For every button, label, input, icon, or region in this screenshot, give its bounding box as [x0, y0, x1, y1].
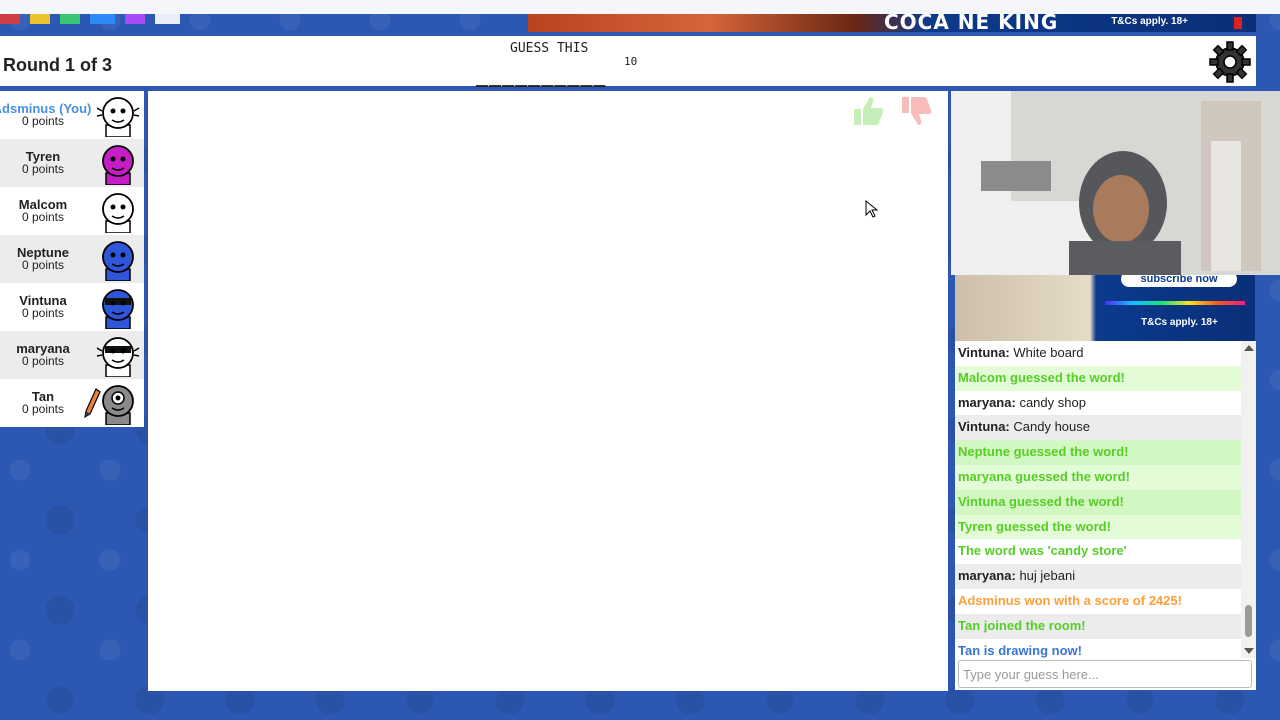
pencil-icon: [82, 387, 102, 419]
player-points: 0 points: [21, 306, 65, 320]
ad-terms: T&Cs apply. 18+: [1111, 16, 1188, 27]
player-row[interactable]: maryana 0 points: [0, 331, 144, 379]
mouse-cursor-icon: [865, 199, 879, 218]
chat-message: Tyren guessed the word!: [955, 514, 1241, 540]
guess-this-label: GUESS THIS: [510, 41, 589, 56]
player-points: 0 points: [21, 402, 65, 416]
subscribe-now-button[interactable]: subscribe now: [1121, 275, 1237, 287]
chat-message: Malcom guessed the word!: [955, 365, 1241, 391]
chat-message: The word was 'candy store': [955, 539, 1241, 564]
game-logo: [0, 14, 250, 24]
scrollbar-thumb[interactable]: [1245, 605, 1252, 637]
chat-ad-banner[interactable]: subscribe now T&Cs apply. 18+: [955, 275, 1255, 341]
chat-text: candy shop: [1019, 394, 1086, 410]
blue-masked-avatar: [96, 285, 140, 330]
top-ad-banner[interactable]: COCA NE KING T&Cs apply. 18+: [528, 14, 1256, 32]
chat-text: Neptune guessed the word!: [958, 444, 1129, 460]
streamer-webcam: [951, 91, 1280, 275]
round-indicator: Round 1 of 3: [3, 55, 112, 75]
chat-author: Vintuna:: [958, 345, 1010, 360]
chat-author: Vintuna:: [958, 419, 1010, 435]
gray-cyclops-avatar: [96, 381, 140, 426]
blue-face-avatar: [96, 237, 140, 282]
chat-text: Vintuna guessed the word!: [958, 493, 1124, 509]
guess-input[interactable]: [958, 660, 1252, 688]
chat-message: Neptune guessed the word!: [955, 440, 1241, 465]
chat-text: The word was 'candy store': [958, 543, 1127, 559]
chat-author: maryana:: [958, 568, 1016, 584]
word-blanks: __________: [476, 63, 607, 87]
player-points: 0 points: [21, 162, 65, 176]
player-row[interactable]: Malcom 0 points: [0, 187, 144, 235]
ad-close-icon[interactable]: [1234, 17, 1242, 29]
word-length: 10: [624, 55, 638, 68]
chat-text: White board: [1013, 345, 1084, 360]
player-points: 0 points: [21, 114, 65, 128]
chat-text: Tyren guessed the word!: [958, 518, 1111, 534]
player-row[interactable]: Tan 0 points: [0, 379, 144, 427]
ad-rainbow-bar: [1105, 301, 1245, 305]
chat-message: maryana: huj jebani: [955, 564, 1241, 589]
purple-face-avatar: [96, 141, 140, 186]
chat-text: maryana guessed the word!: [958, 468, 1130, 484]
chat-log[interactable]: Vintuna: White board Malcom guessed the w…: [955, 341, 1256, 658]
player-row[interactable]: Vintuna 0 points: [0, 283, 144, 331]
chat-text: Adsminus won with a score of 2425!: [958, 592, 1182, 608]
thumbs-down-icon[interactable]: [898, 95, 934, 127]
thumbs-up-icon[interactable]: [850, 95, 886, 127]
player-row[interactable]: Adsminus (You) 0 points: [0, 91, 144, 139]
player-row[interactable]: Neptune 0 points: [0, 235, 144, 283]
chat-input-container: [955, 658, 1256, 690]
scroll-up-icon[interactable]: [1244, 345, 1254, 351]
chat-text: Candy house: [1013, 419, 1091, 435]
browser-top-strip: [0, 0, 1280, 14]
chat-message: maryana: candy shop: [955, 391, 1241, 416]
player-points: 0 points: [21, 258, 65, 272]
settings-gear-icon[interactable]: [1208, 40, 1252, 84]
chat-message: Tan joined the room!: [955, 613, 1241, 639]
chat-text: Tan is drawing now!: [958, 642, 1082, 658]
chat-author: maryana:: [958, 394, 1016, 410]
white-cat-avatar: [96, 93, 140, 138]
scroll-down-icon[interactable]: [1244, 648, 1254, 654]
game-header: Round 1 of 3 GUESS THIS __________ 10: [0, 36, 1256, 87]
chat-message: Vintuna: Candy house: [955, 415, 1241, 441]
drawing-canvas[interactable]: [148, 91, 948, 691]
ad-headline: COCA NE KING: [884, 14, 1059, 32]
chat-message: Tan is drawing now!: [955, 639, 1241, 658]
chat-message: maryana guessed the word!: [955, 464, 1241, 490]
chat-message: Adsminus won with a score of 2425!: [955, 589, 1241, 614]
chat-text: Malcom guessed the word!: [958, 369, 1125, 385]
chat-message: Vintuna: White board: [955, 341, 1241, 366]
chat-text: huj jebani: [1019, 568, 1076, 584]
chat-ad-terms: T&Cs apply. 18+: [1141, 317, 1218, 328]
player-points: 0 points: [21, 354, 65, 368]
white-face-avatar: [96, 189, 140, 234]
chat-scrollbar[interactable]: [1241, 341, 1256, 658]
player-row[interactable]: Tyren 0 points: [0, 139, 144, 187]
player-list: Adsminus (You) 0 points Tyren 0 points Malco…: [0, 91, 144, 427]
chat-text: Tan joined the room!: [958, 617, 1086, 633]
chat-message: Vintuna guessed the word!: [955, 489, 1241, 515]
white-masked-cat-avatar: [96, 333, 140, 378]
player-points: 0 points: [21, 210, 65, 224]
